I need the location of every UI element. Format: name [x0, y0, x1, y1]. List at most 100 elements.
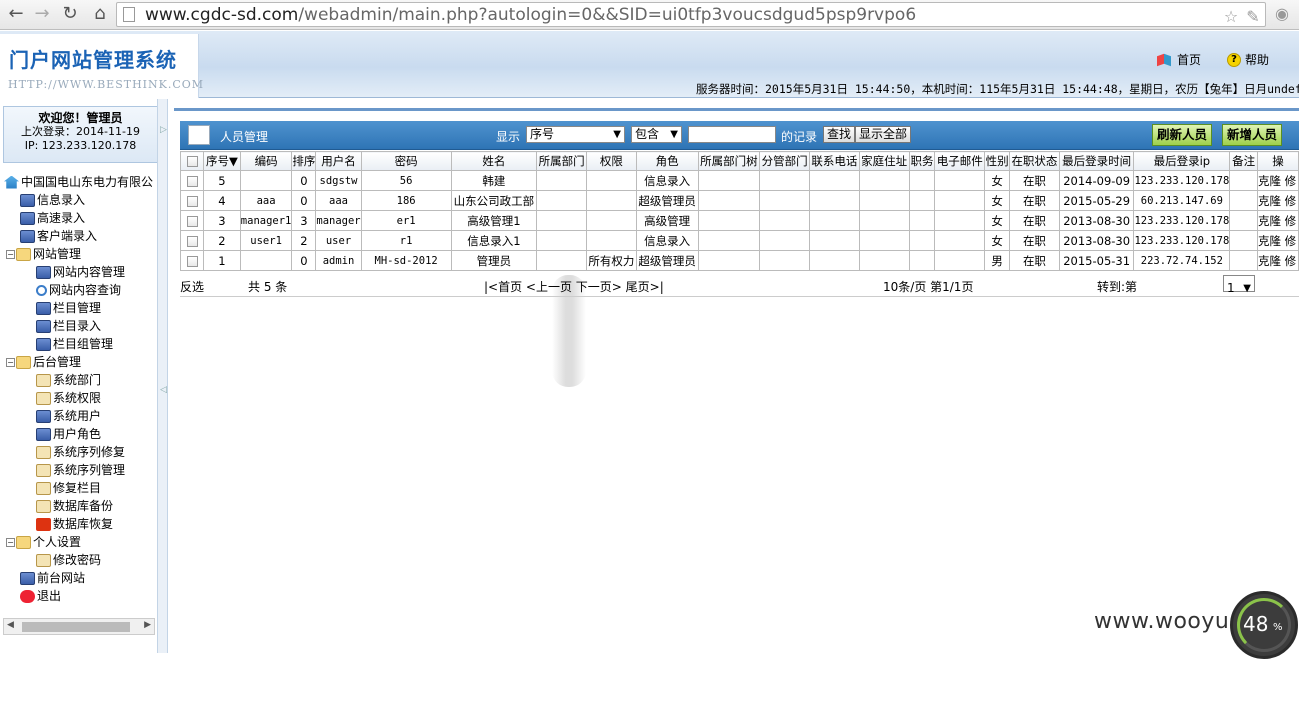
table-row[interactable]: 2 user1 2 user r1 信息录入1 信息录入女在职 2013-08-30 123.2… [179, 230, 1299, 251]
url-text[interactable]: www.cgdc-sd.com/webadmin/main.php?autolo… [145, 5, 916, 25]
star-icon[interactable]: ☆ [1221, 7, 1241, 27]
tree-item-exit[interactable]: 退出 [20, 587, 61, 605]
row-checkbox[interactable] [186, 255, 198, 267]
row-select-cell[interactable] [179, 190, 205, 211]
field-select[interactable]: 序号 ▼ [526, 126, 625, 143]
row-select-cell[interactable] [179, 170, 205, 191]
operator-select[interactable]: 包含 ▼ [631, 126, 682, 143]
address-bar[interactable]: www.cgdc-sd.com/webadmin/main.php?autolo… [116, 2, 1266, 27]
add-user-button[interactable]: 新增人员 [1222, 124, 1283, 146]
table-cell[interactable]: 克隆 修 [1256, 170, 1299, 191]
table-cell[interactable]: 克隆 修 [1256, 250, 1299, 271]
col-header-actions[interactable]: 操 [1256, 151, 1299, 171]
table-cell[interactable]: 克隆 修 [1256, 190, 1299, 211]
col-header-password[interactable]: 密码 [360, 151, 452, 171]
col-header-status[interactable]: 在职状态 [1009, 151, 1060, 171]
tree-folder-site[interactable]: − 网站管理 [6, 245, 81, 263]
col-header-name[interactable]: 姓名 [450, 151, 538, 171]
tree-item-db-backup[interactable]: 数据库备份 [36, 497, 113, 515]
col-header-managed-dept[interactable]: 分管部门 [759, 151, 810, 171]
tree-item-change-password[interactable]: 修改密码 [36, 551, 101, 569]
table-row[interactable]: 4 aaa 0 aaa 186 山东公司政工部 超级管理员女在职 2015-05-29 60.2… [179, 190, 1299, 211]
collapse-icon[interactable]: − [6, 357, 15, 367]
col-header-email[interactable]: 电子邮件 [934, 151, 986, 171]
home-icon[interactable]: ⌂ [88, 2, 112, 26]
col-header-dept-tree[interactable]: 所属部门树 [697, 151, 761, 171]
table-cell[interactable]: 克隆 修 [1256, 210, 1299, 231]
collapse-icon[interactable]: − [6, 537, 15, 547]
horizontal-scrollbar[interactable]: ◀ ▶ [3, 618, 155, 635]
col-header-dept[interactable]: 所属部门 [536, 151, 587, 171]
collapse-icon[interactable]: − [6, 249, 15, 259]
search-input[interactable] [688, 126, 776, 143]
col-header-phone[interactable]: 联系电话 [809, 151, 860, 171]
refresh-users-button[interactable]: 刷新人员 [1152, 124, 1213, 146]
pin-icon[interactable]: ✎ [1243, 7, 1263, 27]
row-select-cell[interactable] [179, 250, 205, 271]
pager-links[interactable]: |<首页 <上一页 下一页> 尾页>| [484, 278, 664, 295]
col-header-order[interactable]: 排序 [291, 151, 317, 171]
scroll-thumb[interactable] [22, 622, 130, 632]
tree-item-column-group[interactable]: 栏目组管理 [36, 335, 113, 353]
table-row[interactable]: 1 0 admin MH-sd-2012 管理员 所有权力 超级管理员 男在职 2015-05-… [179, 250, 1299, 271]
home-link[interactable]: 首页 [1157, 51, 1201, 68]
collapse-arrow-icon[interactable]: ◁ [160, 385, 167, 395]
panel-splitter[interactable]: ▷ ◁ [157, 99, 168, 653]
tree-item-seq-mgmt[interactable]: 系统序列管理 [36, 461, 125, 479]
row-select-cell[interactable] [179, 210, 205, 231]
forward-icon[interactable]: → [30, 2, 54, 26]
show-all-button[interactable]: 显示全部 [855, 126, 912, 143]
tree-item-user-role[interactable]: 用户角色 [36, 425, 101, 443]
tree-item-front-site[interactable]: 前台网站 [20, 569, 85, 587]
col-header-title[interactable]: 职务 [908, 151, 936, 171]
col-header-seq[interactable]: 序号▼ [203, 151, 241, 171]
scroll-left-icon[interactable]: ◀ [7, 620, 14, 630]
tree-folder-backend[interactable]: − 后台管理 [6, 353, 81, 371]
col-header-address[interactable]: 家庭住址 [858, 151, 910, 171]
row-checkbox[interactable] [186, 215, 198, 227]
tree-root[interactable]: 中国国电山东电力有限公 [4, 173, 153, 191]
splitter-arrow-icon[interactable]: ▷ [160, 125, 167, 135]
col-header-last-login[interactable]: 最后登录时间 [1058, 151, 1135, 171]
tree-item-site-query[interactable]: 网站内容查询 [36, 281, 121, 299]
tree-item-db-restore[interactable]: 数据库恢复 [36, 515, 113, 533]
col-header-username[interactable]: 用户名 [315, 151, 362, 171]
tree-item-repair-column[interactable]: 修复栏目 [36, 479, 101, 497]
tree-item-seq-repair[interactable]: 系统序列修复 [36, 443, 125, 461]
tree-folder-personal[interactable]: − 个人设置 [6, 533, 81, 551]
row-checkbox[interactable] [186, 175, 198, 187]
tree-label: 系统序列修复 [53, 445, 126, 459]
reload-icon[interactable]: ↻ [58, 2, 82, 26]
tree-item-site-content[interactable]: 网站内容管理 [36, 263, 125, 281]
tree-item-column-mgmt[interactable]: 栏目管理 [36, 299, 101, 317]
find-button[interactable]: 查找 [823, 126, 856, 143]
page-select[interactable]: 1 ▼ [1223, 275, 1255, 295]
col-header-note[interactable]: 备注 [1229, 151, 1258, 171]
row-checkbox[interactable] [186, 235, 198, 247]
help-link[interactable]: ? 帮助 [1226, 51, 1269, 68]
table-cell[interactable]: 克隆 修 [1256, 230, 1299, 251]
tree-item-sys-dept[interactable]: 系统部门 [36, 371, 101, 389]
tree-item-sys-perm[interactable]: 系统权限 [36, 389, 101, 407]
invert-selection-link[interactable]: 反选 [180, 278, 204, 295]
select-all-header[interactable] [179, 151, 205, 171]
row-select-cell[interactable] [179, 230, 205, 251]
back-icon[interactable]: ← [4, 2, 28, 26]
tree-item-client-entry[interactable]: 客户端录入 [20, 227, 97, 245]
col-header-perm[interactable]: 权限 [586, 151, 637, 171]
tree-item-column-entry[interactable]: 栏目录入 [36, 317, 101, 335]
row-checkbox[interactable] [186, 195, 198, 207]
col-header-gender[interactable]: 性别 [984, 151, 1011, 171]
globe-icon[interactable]: ◉ [1272, 4, 1292, 24]
table-row[interactable]: 3 manager1 3 manager er1 高级管理1 高级管理女在职 2013-08-… [179, 210, 1299, 231]
tree-item-fast-entry[interactable]: 高速录入 [20, 209, 85, 227]
tree-item-sys-user[interactable]: 系统用户 [36, 407, 101, 425]
speed-gauge[interactable]: 48 % [1230, 591, 1298, 659]
scroll-right-icon[interactable]: ▶ [144, 620, 151, 630]
table-row[interactable]: 5 0 sdgstw 56 韩建 信息录入 女在职 2014-09-09 123.233.120… [179, 170, 1299, 191]
col-header-code[interactable]: 编码 [239, 151, 293, 171]
select-all-checkbox[interactable] [186, 156, 198, 167]
col-header-last-ip[interactable]: 最后登录ip [1133, 151, 1231, 171]
tree-item-info-entry[interactable]: 信息录入 [20, 191, 85, 209]
col-header-role[interactable]: 角色 [635, 151, 699, 171]
